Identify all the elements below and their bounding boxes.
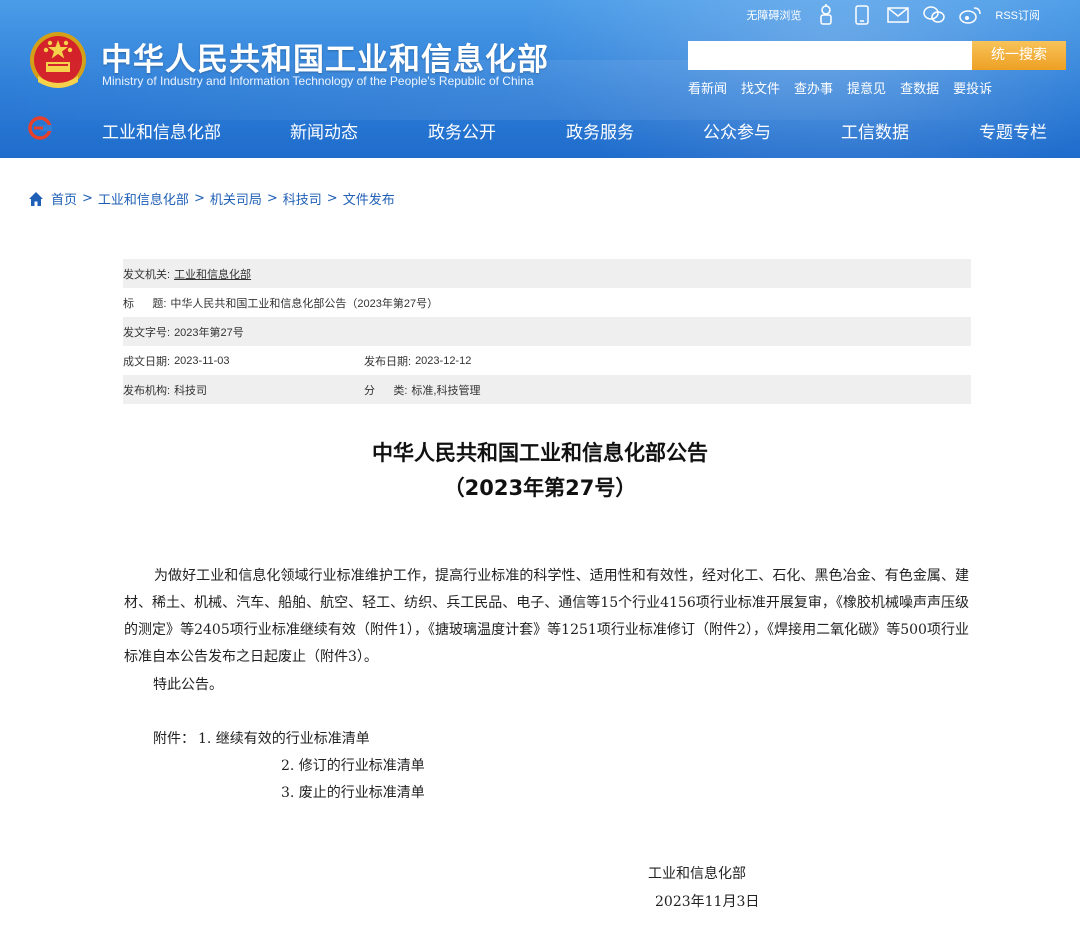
issuer-value[interactable]: 工业和信息化部 <box>174 266 251 282</box>
breadcrumb-miit[interactable]: 工业和信息化部 <box>98 189 189 208</box>
home-icon[interactable] <box>28 191 44 207</box>
nav-item-gov-affairs[interactable]: 政务公开 <box>428 118 496 143</box>
mobile-icon[interactable] <box>851 4 873 26</box>
title-label: 标 题: <box>123 297 167 310</box>
meta-row-doc-no: 发文字号: 2023年第27号 <box>123 317 971 346</box>
breadcrumb-separator: > <box>326 191 338 206</box>
doc-no-label: 发文字号: <box>123 326 171 339</box>
date-pub-value: 2023-12-12 <box>415 354 472 367</box>
robot-icon[interactable] <box>815 4 837 26</box>
weibo-icon[interactable] <box>959 4 982 26</box>
quick-link-complaint[interactable]: 要投诉 <box>953 78 992 97</box>
quick-link-files[interactable]: 找文件 <box>741 78 780 97</box>
breadcrumb: 首页 > 工业和信息化部 > 机关司局 > 科技司 > 文件发布 <box>28 189 395 208</box>
nav-item-public[interactable]: 公众参与 <box>703 118 771 143</box>
article-subtitle: （2023年第27号） <box>443 476 637 500</box>
quick-link-news[interactable]: 看新闻 <box>688 78 727 97</box>
meta-row-title: 标 题: 中华人民共和国工业和信息化部公告（2023年第27号） <box>123 288 971 317</box>
wechat-icon[interactable] <box>923 4 946 26</box>
article-title: 中华人民共和国工业和信息化部公告 <box>372 441 708 465</box>
date-pub-label: 发布日期: <box>364 355 412 368</box>
article-paragraph: 为做好工业和信息化领域行业标准维护工作，提高行业标准的科学性、适用性和有效性，经… <box>124 568 969 665</box>
date-made-label: 成文日期: <box>123 355 171 368</box>
category-label: 分 类: <box>364 384 408 397</box>
attachment-item[interactable]: 2. 修订的行业标准清单 <box>281 755 425 775</box>
title-value: 中华人民共和国工业和信息化部公告（2023年第27号） <box>170 297 439 310</box>
breadcrumb-tech-dept[interactable]: 科技司 <box>283 189 322 208</box>
signature: 工业和信息化部 <box>648 866 746 882</box>
document-meta-table: 发文机关: 工业和信息化部 标 题: 中华人民共和国工业和信息化部公告（2023… <box>123 259 971 404</box>
signature-date: 2023年11月3日 <box>655 894 760 910</box>
agency-label: 发布机构: <box>123 384 171 397</box>
site-title[interactable]: 中华人民共和国工业和信息化部 <box>101 34 549 79</box>
breadcrumb-separator: > <box>266 191 278 206</box>
doc-no-value: 2023年第27号 <box>174 326 244 339</box>
mail-icon[interactable] <box>887 4 910 26</box>
breadcrumb-home[interactable]: 首页 <box>51 189 77 208</box>
attachment-item[interactable]: 3. 废止的行业标准清单 <box>281 782 425 802</box>
article-closing: 特此公告。 <box>153 677 223 693</box>
meta-row-agency: 发布机构: 科技司 分 类: 标准,科技管理 <box>123 375 971 404</box>
site-subtitle: Ministry of Industry and Information Tec… <box>102 74 534 88</box>
top-toolbar: 无障碍浏览 RSS订阅 <box>746 2 1040 28</box>
search-button[interactable]: 统一搜索 <box>972 41 1066 70</box>
breadcrumb-separator: > <box>82 191 93 206</box>
nav-item-gov-services[interactable]: 政务服务 <box>566 118 634 143</box>
site-header: 中华人民共和国工业和信息化部 Ministry of Industry and … <box>0 0 1080 158</box>
category-value: 标准,科技管理 <box>411 384 481 397</box>
quick-links: 看新闻 找文件 查办事 提意见 查数据 要投诉 <box>688 78 992 97</box>
nav-item-miit[interactable]: 工业和信息化部 <box>102 118 221 143</box>
e-gov-logo-icon[interactable] <box>28 116 52 140</box>
meta-row-issuer: 发文机关: 工业和信息化部 <box>123 259 971 288</box>
agency-value: 科技司 <box>174 384 208 397</box>
nav-item-news[interactable]: 新闻动态 <box>290 118 358 143</box>
attachments-label: 附件： <box>153 731 195 747</box>
breadcrumb-departments[interactable]: 机关司局 <box>210 189 262 208</box>
breadcrumb-publications[interactable]: 文件发布 <box>343 189 395 208</box>
quick-link-services[interactable]: 查办事 <box>794 78 833 97</box>
accessibility-link[interactable]: 无障碍浏览 <box>746 7 801 23</box>
nav-item-data[interactable]: 工信数据 <box>841 118 909 143</box>
quick-link-feedback[interactable]: 提意见 <box>847 78 886 97</box>
issuer-label: 发文机关: <box>123 268 171 281</box>
attachment-item[interactable]: 1. 继续有效的行业标准清单 <box>198 728 370 748</box>
national-emblem-icon[interactable] <box>28 30 88 94</box>
rss-link[interactable]: RSS订阅 <box>995 7 1040 23</box>
date-made-value: 2023-11-03 <box>174 354 230 367</box>
main-nav: 工业和信息化部 新闻动态 政务公开 政务服务 公众参与 工信数据 专题专栏 <box>0 112 1080 146</box>
search-input[interactable] <box>688 41 972 70</box>
meta-row-dates: 成文日期: 2023-11-03 发布日期: 2023-12-12 <box>123 346 971 375</box>
nav-item-topics[interactable]: 专题专栏 <box>979 118 1047 143</box>
quick-link-data[interactable]: 查数据 <box>900 78 939 97</box>
breadcrumb-separator: > <box>193 191 205 206</box>
search-field-wrapper <box>688 41 972 70</box>
